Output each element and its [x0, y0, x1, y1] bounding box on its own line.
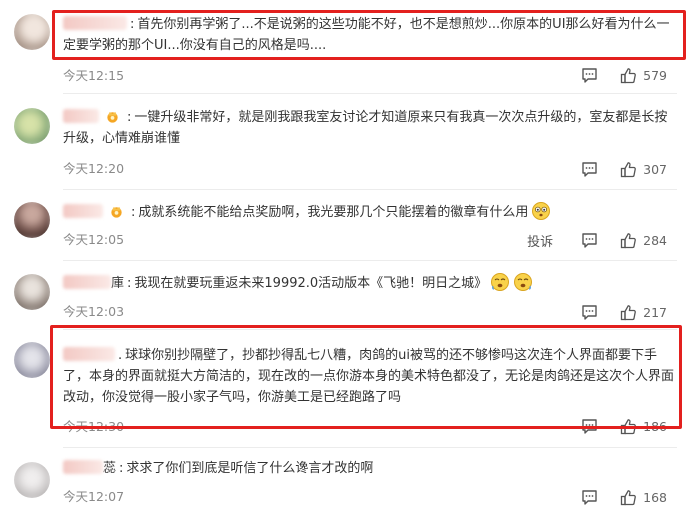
reply-button[interactable] [581, 489, 598, 505]
comment-item: 蕊: 求求了你们到底是听信了什么谗言才改的啊 今天12:07 168 [0, 448, 689, 519]
crown-badge-icon [107, 111, 118, 123]
username-blurred[interactable] [63, 275, 111, 289]
comment-body: 蕊: 求求了你们到底是听信了什么谗言才改的啊 [63, 458, 677, 479]
timestamp: 今天12:07 [63, 489, 125, 504]
comment-text: 首先你别再学粥了...不是说粥的这些功能不好，也不是想煎炒...你原本的UI那么… [63, 17, 670, 53]
username-suffix[interactable]: 蕊 [103, 461, 116, 476]
timestamp: 今天12:30 [63, 419, 125, 434]
username-blurred[interactable] [63, 347, 115, 361]
like-count: 284 [643, 232, 667, 248]
comment-actions: 168 [559, 487, 667, 507]
comment-text: 成就系统能不能给点奖励啊，我光要那几个只能摆着的徽章有什么用 [138, 205, 529, 220]
like-button[interactable]: 186 [620, 418, 667, 435]
like-count: 307 [643, 161, 667, 177]
like-count: 217 [643, 304, 667, 320]
like-button[interactable]: 284 [620, 232, 667, 249]
comment-body: : 首先你别再学粥了...不是说粥的这些功能不好，也不是想煎炒...你原本的UI那… [63, 16, 670, 53]
like-count: 579 [643, 67, 667, 83]
username-blurred[interactable] [63, 460, 103, 474]
like-button[interactable]: 579 [620, 67, 667, 84]
avatar[interactable] [14, 462, 50, 498]
avatar[interactable] [14, 14, 50, 50]
comment-body: : 一键升级非常好，就是刚我跟我室友讨论才知道原来只有我真一次次点升级的，室友都是… [63, 109, 668, 146]
emoji-icon [491, 273, 510, 291]
comment-text: 求求了你们到底是听信了什么谗言才改的啊 [126, 461, 374, 476]
reply-button[interactable] [581, 67, 598, 83]
emoji-icon [532, 202, 551, 220]
timestamp: 今天12:20 [63, 161, 125, 176]
like-count: 168 [643, 489, 667, 505]
comment-item: : 首先你别再学粥了...不是说粥的这些功能不好，也不是想煎炒...你原本的UI那… [0, 0, 689, 94]
comment-icon [582, 233, 597, 248]
crown-badge-icon [111, 206, 122, 218]
comment-icon [582, 68, 597, 83]
thumbs-up-icon [620, 161, 637, 177]
thumbs-up-icon [620, 418, 637, 434]
comment-item: . 球球你别抄隔壁了，抄都抄得乱七八糟，肉鸽的ui被骂的还不够惨吗这次连个人界面都… [0, 330, 689, 448]
reply-button[interactable] [581, 304, 598, 320]
avatar[interactable] [14, 202, 50, 238]
comment-actions: 217 [559, 302, 667, 322]
timestamp: 今天12:03 [63, 304, 125, 319]
comment-icon [582, 419, 597, 434]
timestamp: 今天12:15 [63, 68, 125, 83]
comment-body: : 成就系统能不能给点奖励啊，我光要那几个只能摆着的徽章有什么用 [63, 201, 677, 223]
username-blurred[interactable] [63, 16, 127, 30]
comment-item: : 一键升级非常好，就是刚我跟我室友讨论才知道原来只有我真一次次点升级的，室友都是… [0, 94, 689, 190]
avatar[interactable] [14, 274, 50, 310]
comment-actions: 186 [559, 416, 667, 436]
reply-button[interactable] [581, 232, 598, 248]
comment-body: 庫: 我现在就要玩重返未来19992.0活动版本《飞驰！明日之城》 [63, 272, 677, 294]
comment-text: 一键升级非常好，就是刚我跟我室友讨论才知道原来只有我真一次次点升级的，室友都是长… [63, 110, 668, 146]
like-button[interactable]: 307 [620, 161, 667, 178]
reply-button[interactable] [581, 418, 598, 434]
comment-actions: 579 [559, 65, 667, 85]
username-blurred[interactable] [63, 204, 103, 218]
timestamp: 今天12:05 [63, 232, 125, 247]
comment-text: 我现在就要玩重返未来19992.0活动版本《飞驰！明日之城》 [134, 276, 488, 291]
comment-actions: 307 [559, 159, 667, 179]
comment-icon [582, 305, 597, 320]
avatar[interactable] [14, 108, 50, 144]
avatar[interactable] [14, 342, 50, 378]
username-blurred[interactable] [63, 109, 99, 123]
divider [63, 260, 677, 261]
report-button[interactable]: 投诉 [527, 231, 553, 250]
reply-button[interactable] [581, 161, 598, 177]
username-suffix[interactable]: 庫 [111, 276, 124, 291]
comment-item: 庫: 我现在就要玩重返未来19992.0活动版本《飞驰！明日之城》 今天12:03… [0, 262, 689, 330]
comment-icon [582, 162, 597, 177]
thumbs-up-icon [620, 489, 637, 505]
comment-body: . 球球你别抄隔壁了，抄都抄得乱七八糟，肉鸽的ui被骂的还不够惨吗这次连个人界面都… [63, 347, 675, 405]
comment-actions: 投诉 284 [527, 230, 667, 250]
comment-text: 球球你别抄隔壁了，抄都抄得乱七八糟，肉鸽的ui被骂的还不够惨吗这次连个人界面都要… [63, 348, 675, 405]
thumbs-up-icon [620, 304, 637, 320]
like-button[interactable]: 168 [620, 489, 667, 506]
thumbs-up-icon [620, 67, 637, 83]
comment-icon [582, 490, 597, 505]
comment-item: : 成就系统能不能给点奖励啊，我光要那几个只能摆着的徽章有什么用 今天12:05 … [0, 190, 689, 262]
thumbs-up-icon [620, 232, 637, 248]
emoji-icon [514, 273, 533, 291]
like-button[interactable]: 217 [620, 304, 667, 321]
like-count: 186 [643, 418, 667, 434]
